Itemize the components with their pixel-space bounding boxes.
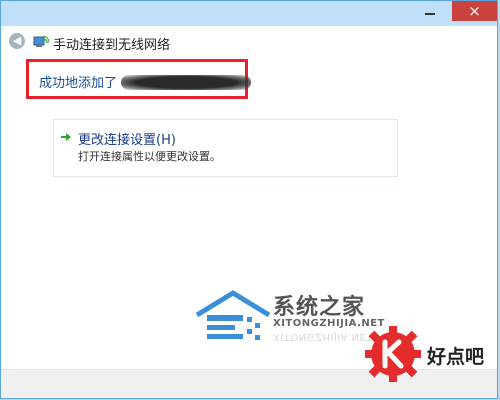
wizard-nav-bar: ◀ 手动连接到无线网络 bbox=[1, 26, 497, 56]
watermark-title: 系统之家 bbox=[273, 295, 366, 320]
back-button[interactable]: ◀ bbox=[9, 33, 25, 49]
page-title: 手动连接到无线网络 bbox=[53, 38, 171, 53]
red-gear-logo-icon bbox=[365, 326, 421, 382]
close-icon: × bbox=[468, 2, 481, 20]
title-bar[interactable]: × bbox=[1, 1, 497, 26]
success-highlight-box: 成功地添加了 bbox=[26, 59, 252, 99]
back-arrow-icon: ◀ bbox=[12, 34, 22, 47]
minimize-icon bbox=[425, 13, 435, 15]
badge-text: 好点吧 bbox=[427, 346, 485, 368]
change-connection-settings-option[interactable]: 更改连接设置(H) 打开连接属性以便更改设置。 bbox=[53, 119, 398, 177]
redacted-network-name bbox=[121, 75, 252, 90]
minimize-button[interactable] bbox=[411, 1, 449, 21]
option-description: 打开连接属性以便更改设置。 bbox=[78, 150, 221, 163]
watermark-url-reflection: XITONGZHIJIA.NET bbox=[273, 331, 373, 342]
success-message-text: 成功地添加了 bbox=[39, 76, 118, 91]
green-arrow-icon bbox=[61, 133, 71, 141]
close-button[interactable]: × bbox=[452, 1, 497, 21]
wireless-network-icon bbox=[33, 35, 49, 47]
success-message: 成功地添加了 bbox=[39, 72, 252, 91]
house-logo-icon bbox=[195, 290, 271, 340]
option-title: 更改连接设置(H) bbox=[78, 133, 176, 148]
haodianba-badge: 好点吧 bbox=[363, 322, 500, 400]
